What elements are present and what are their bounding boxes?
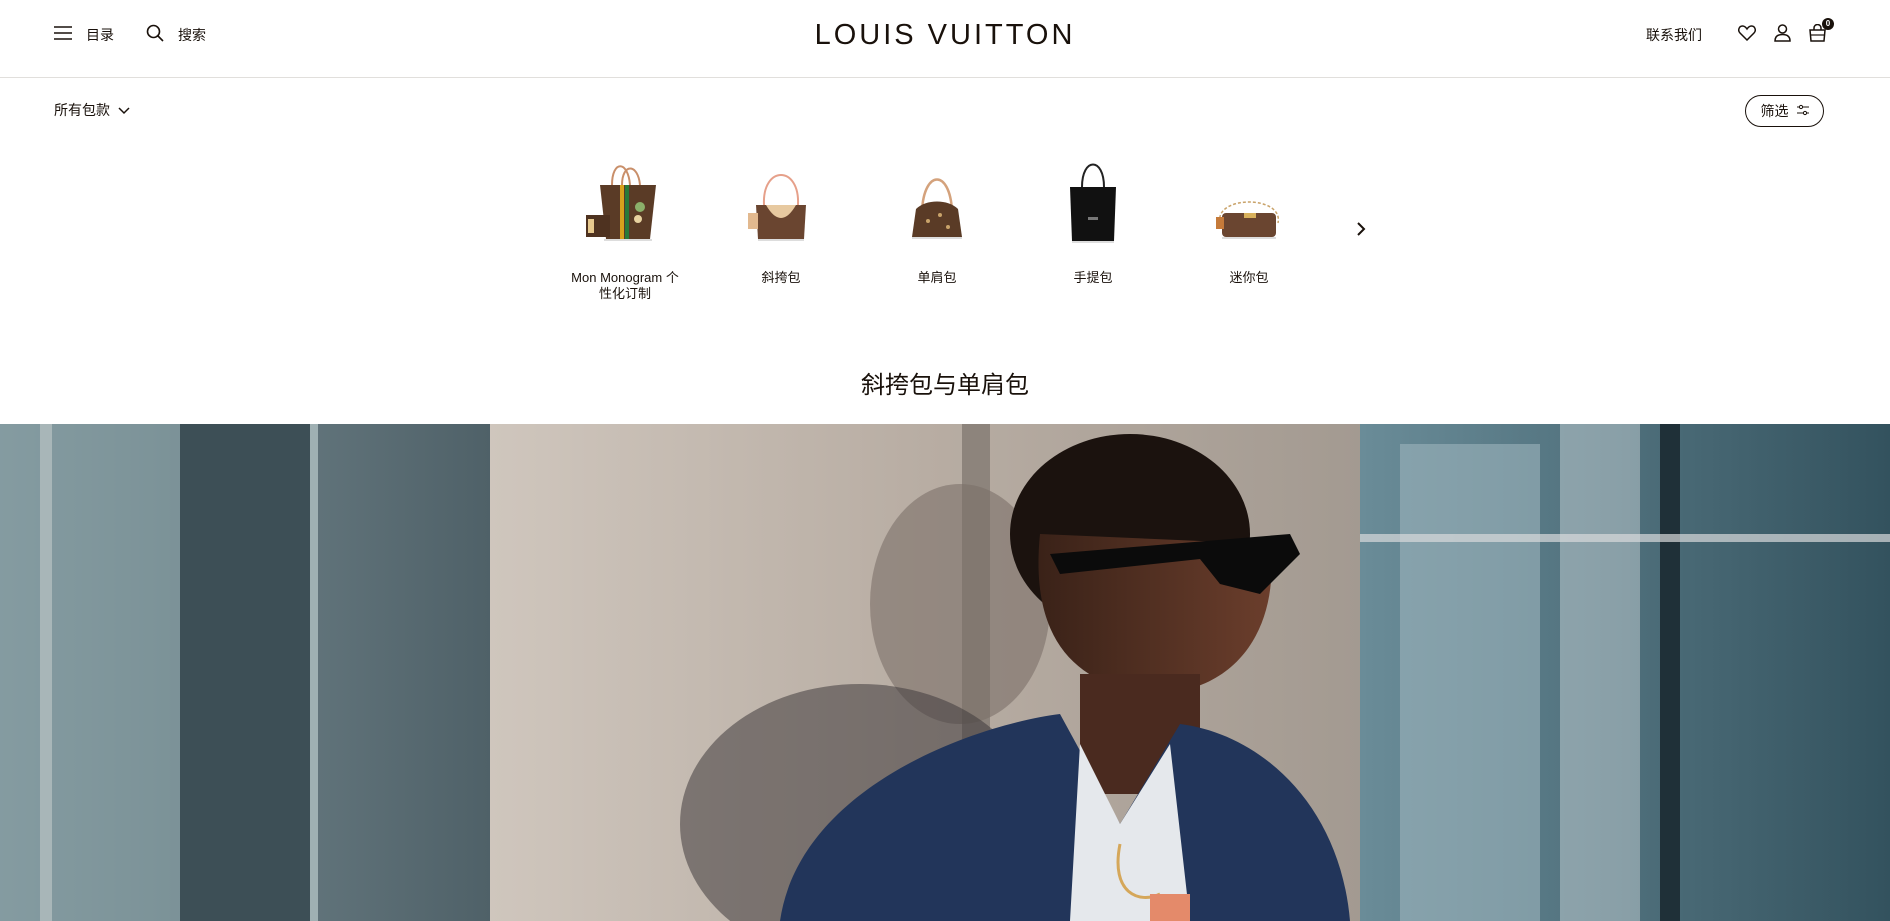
- category-carousel: Mon Monogram 个性化订制 斜挎包 单肩包 手提包 迷你包: [560, 150, 1390, 310]
- mini-bag-icon: [1184, 150, 1314, 250]
- hero-image: [0, 424, 1890, 921]
- category-label: 单肩包: [917, 270, 957, 285]
- crossbody-bag-icon: [716, 150, 846, 250]
- section-title: 斜挎包与单肩包: [861, 372, 1029, 399]
- account-button[interactable]: [1774, 23, 1791, 47]
- brand-logo[interactable]: LOUIS VUITTON: [0, 18, 1890, 52]
- carousel-next-button[interactable]: [1356, 222, 1366, 241]
- category-item-shoulder[interactable]: 单肩包: [872, 150, 1002, 286]
- hero-photo: [0, 424, 1890, 921]
- handbag-icon: [1028, 150, 1158, 250]
- sliders-icon: [1789, 103, 1809, 119]
- chevron-right-icon: [1356, 222, 1366, 240]
- filter-button[interactable]: 筛选: [1745, 95, 1824, 127]
- cart-button[interactable]: 0: [1809, 17, 1834, 47]
- category-item-mon-monogram[interactable]: Mon Monogram 个性化订制: [560, 150, 690, 302]
- category-item-mini[interactable]: 迷你包: [1184, 150, 1314, 286]
- contact-link[interactable]: 联系我们: [1646, 25, 1702, 45]
- chevron-down-icon: [110, 102, 130, 118]
- wishlist-button[interactable]: [1738, 24, 1756, 46]
- category-label: 斜挎包: [761, 270, 801, 285]
- category-label: 手提包: [1073, 270, 1113, 285]
- category-dropdown[interactable]: 所有包款: [54, 100, 130, 120]
- monogram-tote-icon: [560, 150, 690, 250]
- shoulder-bag-icon: [872, 150, 1002, 250]
- user-icon: [1774, 23, 1791, 47]
- cart-count-badge: 0: [1822, 17, 1834, 30]
- category-item-handbag[interactable]: 手提包: [1028, 150, 1158, 286]
- category-item-crossbody[interactable]: 斜挎包: [716, 150, 846, 286]
- heart-icon: [1738, 24, 1756, 46]
- category-dropdown-label: 所有包款: [54, 102, 110, 118]
- site-header: 目录 搜索 LOUIS VUITTON 联系我们 0: [0, 0, 1890, 78]
- header-right: 联系我们 0: [1646, 17, 1834, 48]
- category-label: Mon Monogram 个性化订制: [571, 270, 679, 301]
- category-label: 迷你包: [1229, 270, 1269, 285]
- filter-button-label: 筛选: [1760, 103, 1789, 119]
